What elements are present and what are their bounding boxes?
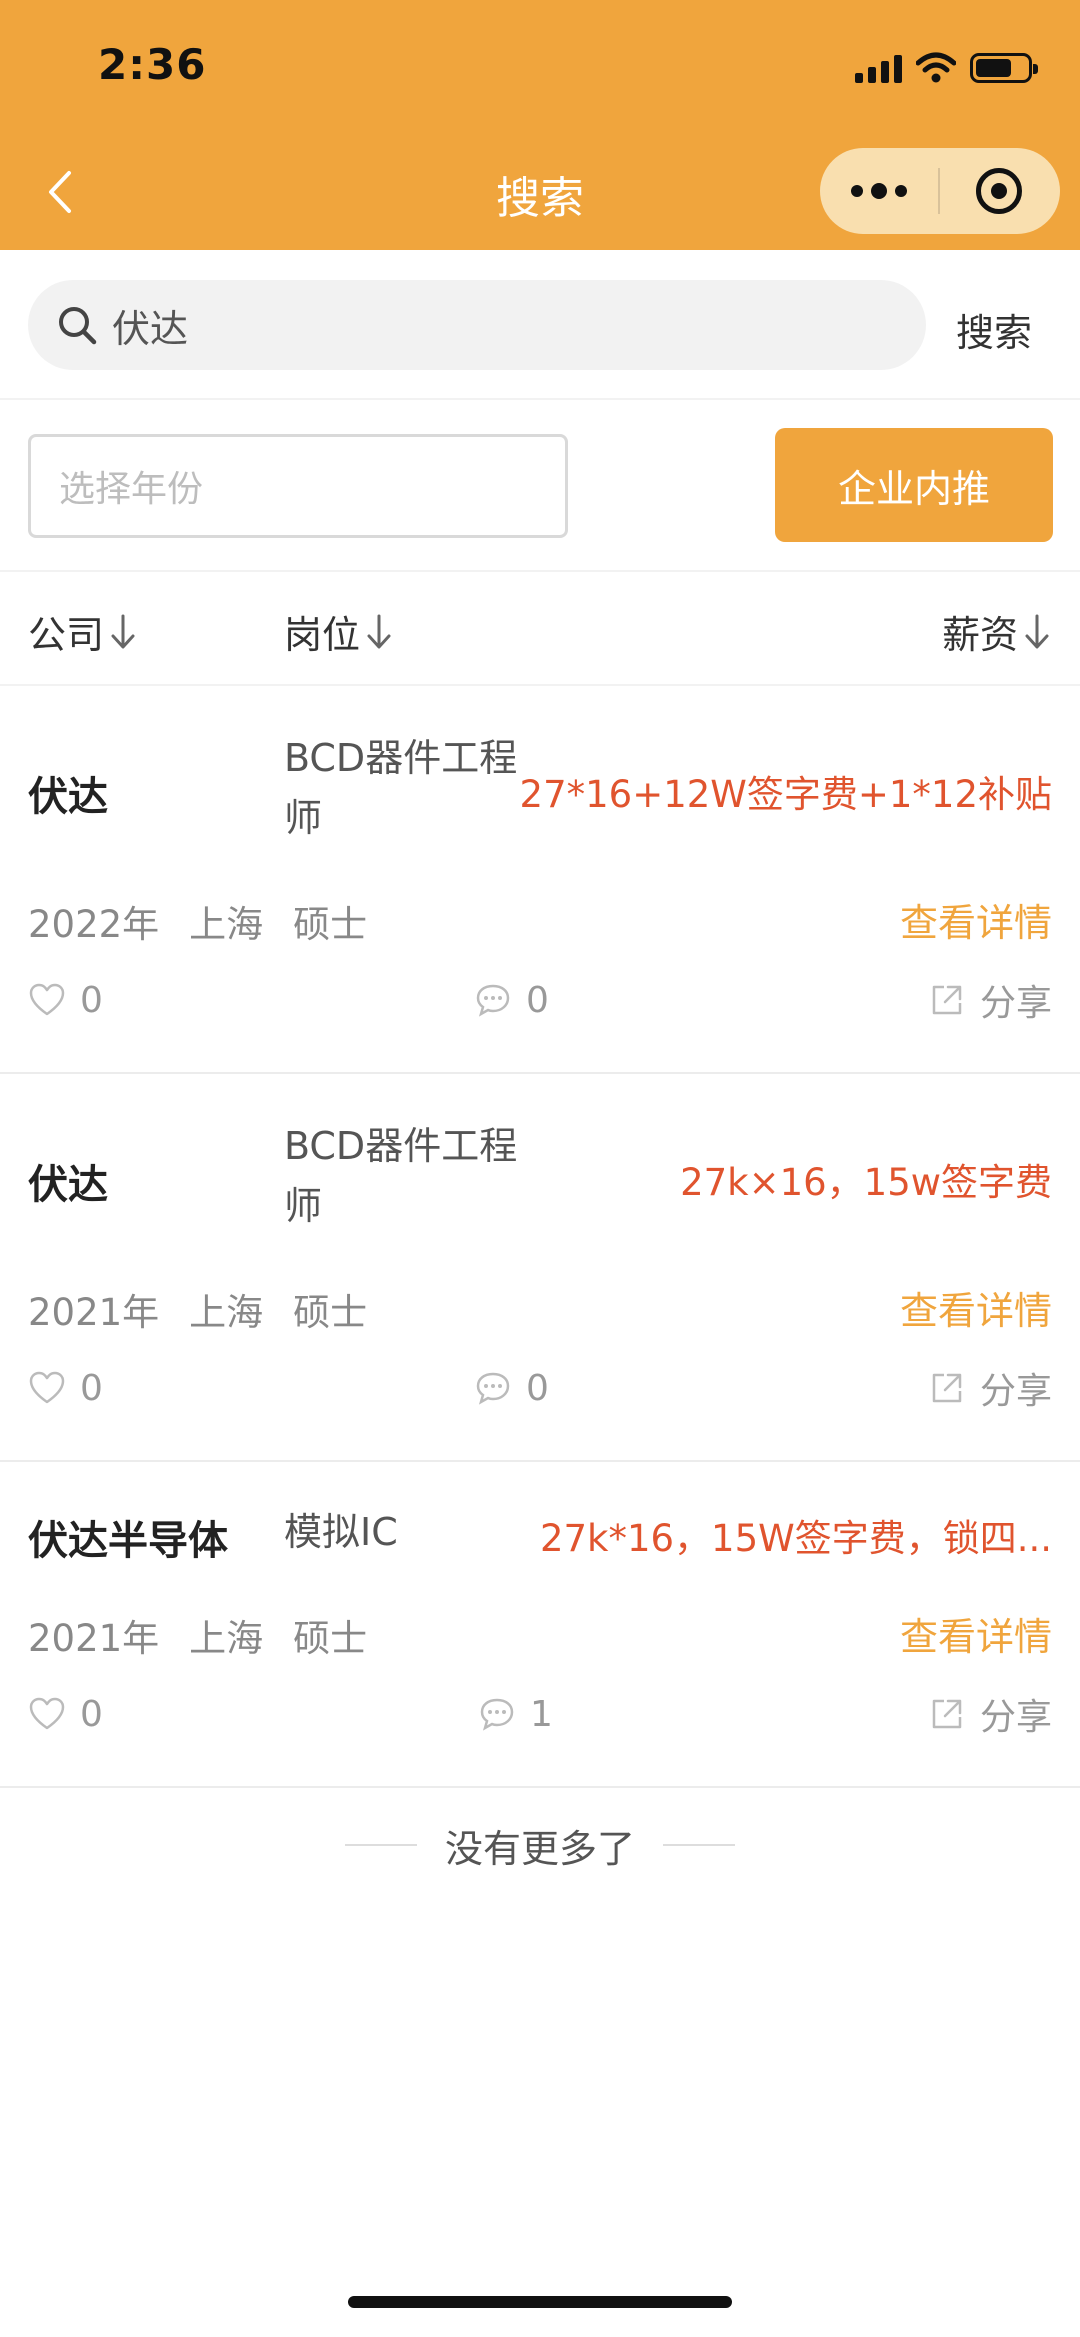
- job-year: 2021年: [28, 1617, 160, 1660]
- comment-count: 0: [526, 979, 549, 1021]
- cellular-signal-icon: [855, 53, 902, 83]
- comment-count: 0: [526, 1367, 549, 1409]
- company-name: 伏达: [28, 1162, 108, 1208]
- comment-icon: [476, 1372, 510, 1405]
- job-city: 上海: [189, 1291, 264, 1334]
- heart-icon: [29, 983, 65, 1016]
- battery-icon: [970, 53, 1038, 83]
- search-row: 伏达 搜索: [0, 250, 1080, 400]
- share-button[interactable]: 分享: [928, 970, 1052, 1030]
- job-year: 2022年: [28, 903, 160, 946]
- share-icon: [932, 1699, 962, 1729]
- job-year: 2021年: [28, 1291, 160, 1334]
- home-indicator[interactable]: [348, 2296, 732, 2308]
- share-button[interactable]: 分享: [928, 1684, 1052, 1744]
- sort-salary[interactable]: 薪资: [942, 604, 1052, 659]
- share-label: 分享: [979, 1697, 1052, 1738]
- job-card[interactable]: 伏达 BCD器件工程师 27k×16，15w签字费 2021年 上海 硕士 查看…: [0, 1074, 1080, 1462]
- view-details-link[interactable]: 查看详情: [900, 892, 1052, 947]
- arrow-down-icon: [111, 614, 135, 648]
- share-icon: [932, 1373, 962, 1403]
- position-name: BCD器件工程师: [284, 736, 518, 840]
- sort-position[interactable]: 岗位: [284, 604, 394, 659]
- like-count: 0: [80, 1367, 103, 1409]
- salary-text: 27k×16，15w签字费: [680, 1161, 1052, 1204]
- comment-icon: [476, 984, 510, 1017]
- view-details-link[interactable]: 查看详情: [900, 1606, 1052, 1661]
- like-count: 0: [80, 1693, 103, 1735]
- search-input[interactable]: 伏达: [28, 280, 926, 370]
- like-button[interactable]: 0: [28, 1358, 103, 1418]
- view-details-link[interactable]: 查看详情: [900, 1280, 1052, 1335]
- divider: [663, 1844, 735, 1846]
- status-icons: [855, 48, 1038, 88]
- position-name: 模拟IC: [284, 1510, 398, 1554]
- share-label: 分享: [979, 1371, 1052, 1412]
- card-stats: 0 0 分享: [0, 970, 1080, 1030]
- year-select[interactable]: 选择年份: [28, 434, 568, 538]
- like-button[interactable]: 0: [28, 1684, 103, 1744]
- share-icon: [932, 985, 962, 1015]
- job-city: 上海: [189, 1617, 264, 1660]
- end-of-list-text: 没有更多了: [444, 1826, 635, 1871]
- arrow-down-icon: [1025, 614, 1049, 648]
- comment-button[interactable]: 1: [478, 1684, 553, 1744]
- column-label-salary: 薪资: [941, 613, 1018, 657]
- heart-icon: [29, 1371, 65, 1404]
- close-miniprogram-button[interactable]: [940, 148, 1058, 234]
- company-name: 伏达半导体: [28, 1518, 228, 1564]
- target-icon: [976, 168, 1022, 214]
- column-label-position: 岗位: [284, 613, 361, 657]
- miniprogram-capsule: [820, 148, 1060, 234]
- search-button[interactable]: 搜索: [956, 302, 1032, 357]
- heart-icon: [29, 1697, 65, 1730]
- wifi-icon: [916, 52, 956, 83]
- search-query: 伏达: [112, 306, 189, 351]
- job-meta: 2022年 上海 硕士: [28, 894, 367, 948]
- search-icon: [59, 307, 97, 345]
- job-city: 上海: [189, 903, 264, 946]
- company-name: 伏达: [28, 774, 108, 820]
- job-degree: 硕士: [293, 1291, 368, 1334]
- divider: [344, 1844, 417, 1846]
- share-label: 分享: [979, 983, 1052, 1024]
- status-time: 2:36: [98, 40, 207, 89]
- job-card[interactable]: 伏达 BCD器件工程师 27*16+12W签字费+1*12补贴 2022年 上海…: [0, 686, 1080, 1074]
- job-card[interactable]: 伏达半导体 模拟IC 27k*16，15W签字费，锁四... 2021年 上海 …: [0, 1462, 1080, 1788]
- comment-button[interactable]: 0: [474, 970, 549, 1030]
- comment-button[interactable]: 0: [474, 1358, 549, 1418]
- end-of-list: 没有更多了: [0, 1820, 1080, 1871]
- sort-company[interactable]: 公司: [28, 604, 138, 659]
- salary-text: 27k*16，15W签字费，锁四...: [539, 1517, 1052, 1560]
- comment-count: 1: [530, 1693, 553, 1735]
- job-meta: 2021年 上海 硕士: [28, 1282, 367, 1336]
- card-stats: 0 1 分享: [0, 1684, 1080, 1744]
- like-button[interactable]: 0: [28, 970, 103, 1030]
- share-button[interactable]: 分享: [928, 1358, 1052, 1418]
- like-count: 0: [80, 979, 103, 1021]
- column-label-company: 公司: [28, 613, 105, 657]
- filter-row: 选择年份 企业内推: [0, 400, 1080, 572]
- referral-button[interactable]: 企业内推: [775, 428, 1053, 542]
- column-headers: 公司 岗位 薪资: [0, 572, 1080, 686]
- card-stats: 0 0 分享: [0, 1358, 1080, 1418]
- job-degree: 硕士: [293, 903, 368, 946]
- job-degree: 硕士: [293, 1617, 368, 1660]
- salary-text: 27*16+12W签字费+1*12补贴: [519, 773, 1052, 816]
- header-bar: 2:36 搜索: [0, 0, 1080, 250]
- arrow-down-icon: [367, 614, 391, 648]
- job-meta: 2021年 上海 硕士: [28, 1608, 367, 1662]
- position-name: BCD器件工程师: [284, 1124, 518, 1228]
- comment-icon: [480, 1698, 514, 1731]
- more-options-button[interactable]: [820, 148, 938, 234]
